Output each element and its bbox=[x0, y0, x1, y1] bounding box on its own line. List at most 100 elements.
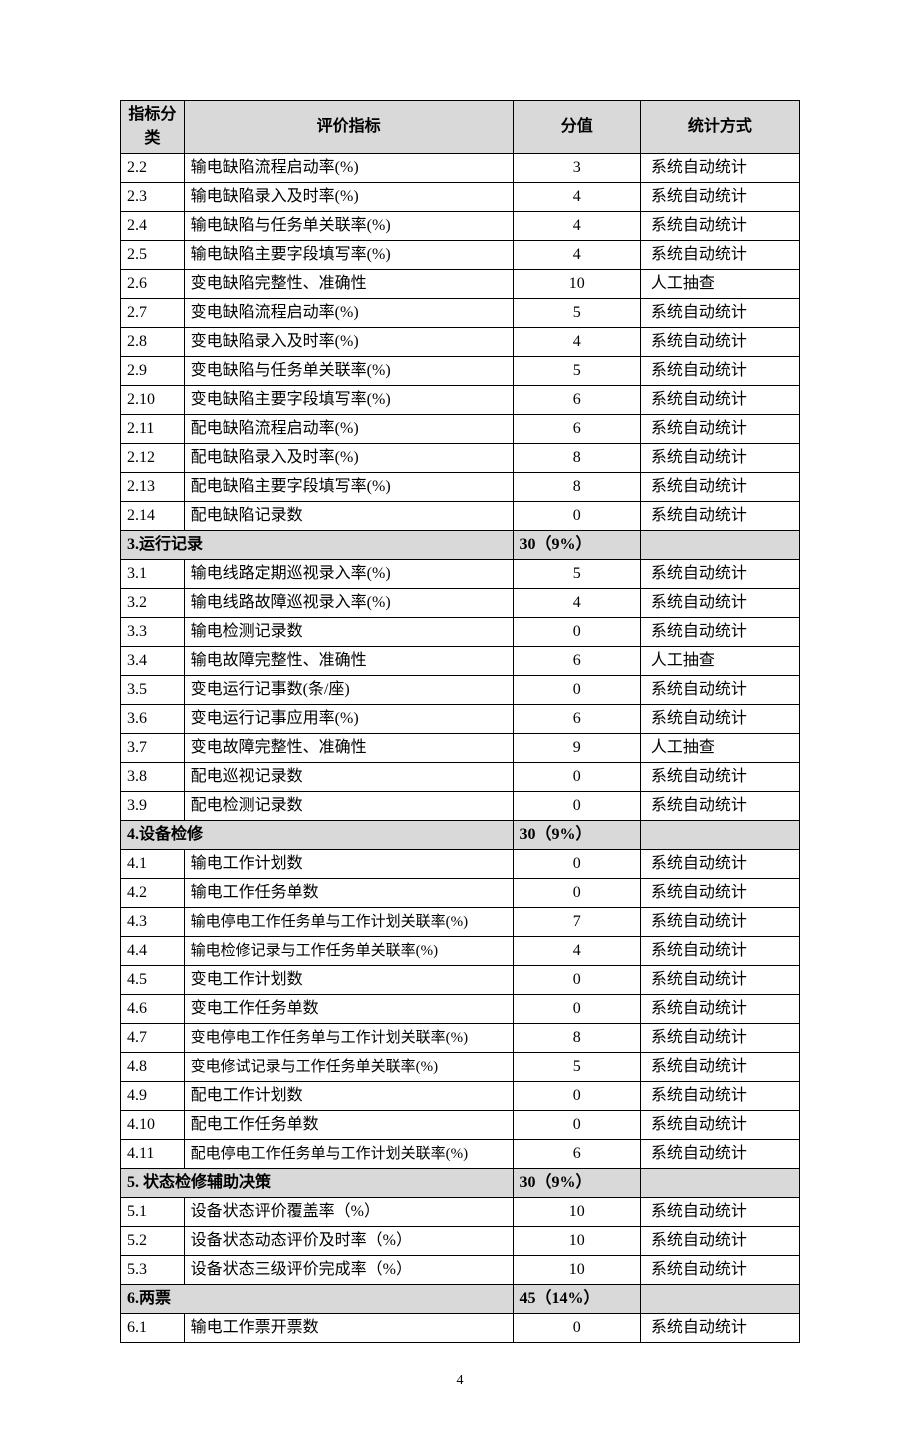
row-indicator: 变电工作任务单数 bbox=[184, 995, 513, 1024]
row-indicator: 输电缺陷录入及时率(%) bbox=[184, 183, 513, 212]
row-method: 系统自动统计 bbox=[640, 676, 799, 705]
row-method: 系统自动统计 bbox=[640, 473, 799, 502]
table-row: 3.1输电线路定期巡视录入率(%)5系统自动统计 bbox=[121, 560, 800, 589]
table-row: 3.6变电运行记事应用率(%)6系统自动统计 bbox=[121, 705, 800, 734]
row-indicator: 配电巡视记录数 bbox=[184, 763, 513, 792]
row-index: 4.1 bbox=[121, 850, 185, 879]
row-indicator: 输电缺陷主要字段填写率(%) bbox=[184, 241, 513, 270]
row-index: 2.10 bbox=[121, 386, 185, 415]
table-row: 6.1输电工作票开票数0系统自动统计 bbox=[121, 1314, 800, 1343]
row-score: 8 bbox=[513, 473, 640, 502]
row-index: 3.4 bbox=[121, 647, 185, 676]
table-row: 2.13配电缺陷主要字段填写率(%)8系统自动统计 bbox=[121, 473, 800, 502]
table-row: 3.3输电检测记录数0系统自动统计 bbox=[121, 618, 800, 647]
table-row: 3.7变电故障完整性、准确性9人工抽查 bbox=[121, 734, 800, 763]
table-row: 3.4输电故障完整性、准确性6人工抽查 bbox=[121, 647, 800, 676]
header-category: 指标分类 bbox=[121, 101, 185, 154]
page-number: 4 bbox=[120, 1373, 800, 1389]
table-row: 5.3设备状态三级评价完成率（%）10系统自动统计 bbox=[121, 1256, 800, 1285]
row-score: 0 bbox=[513, 1082, 640, 1111]
row-indicator: 输电检测记录数 bbox=[184, 618, 513, 647]
table-row: 4.2输电工作任务单数0系统自动统计 bbox=[121, 879, 800, 908]
row-score: 0 bbox=[513, 502, 640, 531]
table-row: 2.7变电缺陷流程启动率(%)5系统自动统计 bbox=[121, 299, 800, 328]
row-indicator: 变电缺陷录入及时率(%) bbox=[184, 328, 513, 357]
row-method: 人工抽查 bbox=[640, 647, 799, 676]
document-page: 指标分类 评价指标 分值 统计方式 2.2输电缺陷流程启动率(%)3系统自动统计… bbox=[0, 0, 920, 1449]
table-row: 2.3输电缺陷录入及时率(%)4系统自动统计 bbox=[121, 183, 800, 212]
row-method: 系统自动统计 bbox=[640, 618, 799, 647]
row-index: 5.2 bbox=[121, 1227, 185, 1256]
section-score: 30（9%） bbox=[513, 1169, 640, 1198]
row-score: 4 bbox=[513, 241, 640, 270]
row-index: 2.6 bbox=[121, 270, 185, 299]
row-method: 人工抽查 bbox=[640, 270, 799, 299]
row-method: 系统自动统计 bbox=[640, 1082, 799, 1111]
section-header-row: 4.设备检修30（9%） bbox=[121, 821, 800, 850]
row-index: 2.7 bbox=[121, 299, 185, 328]
row-score: 10 bbox=[513, 1256, 640, 1285]
row-method: 系统自动统计 bbox=[640, 444, 799, 473]
row-index: 2.3 bbox=[121, 183, 185, 212]
row-method: 系统自动统计 bbox=[640, 357, 799, 386]
row-indicator: 配电缺陷流程启动率(%) bbox=[184, 415, 513, 444]
row-indicator: 配电工作任务单数 bbox=[184, 1111, 513, 1140]
row-score: 7 bbox=[513, 908, 640, 937]
table-row: 3.2输电线路故障巡视录入率(%)4系统自动统计 bbox=[121, 589, 800, 618]
table-row: 4.7变电停电工作任务单与工作计划关联率(%)8系统自动统计 bbox=[121, 1024, 800, 1053]
table-row: 2.5输电缺陷主要字段填写率(%)4系统自动统计 bbox=[121, 241, 800, 270]
row-indicator: 配电停电工作任务单与工作计划关联率(%) bbox=[184, 1140, 513, 1169]
row-index: 2.13 bbox=[121, 473, 185, 502]
row-index: 3.3 bbox=[121, 618, 185, 647]
row-score: 0 bbox=[513, 879, 640, 908]
row-score: 0 bbox=[513, 1111, 640, 1140]
row-indicator: 配电检测记录数 bbox=[184, 792, 513, 821]
row-index: 4.7 bbox=[121, 1024, 185, 1053]
row-indicator: 变电缺陷流程启动率(%) bbox=[184, 299, 513, 328]
section-title: 6.两票 bbox=[121, 1285, 514, 1314]
row-index: 4.4 bbox=[121, 937, 185, 966]
row-method: 系统自动统计 bbox=[640, 502, 799, 531]
row-index: 3.6 bbox=[121, 705, 185, 734]
row-score: 9 bbox=[513, 734, 640, 763]
row-method: 系统自动统计 bbox=[640, 1227, 799, 1256]
table-row: 2.6变电缺陷完整性、准确性10人工抽查 bbox=[121, 270, 800, 299]
row-score: 0 bbox=[513, 676, 640, 705]
row-index: 5.1 bbox=[121, 1198, 185, 1227]
row-score: 4 bbox=[513, 589, 640, 618]
row-index: 4.11 bbox=[121, 1140, 185, 1169]
row-indicator: 输电工作票开票数 bbox=[184, 1314, 513, 1343]
table-row: 4.9配电工作计划数0系统自动统计 bbox=[121, 1082, 800, 1111]
row-index: 4.10 bbox=[121, 1111, 185, 1140]
row-score: 10 bbox=[513, 1198, 640, 1227]
row-method: 系统自动统计 bbox=[640, 183, 799, 212]
row-index: 5.3 bbox=[121, 1256, 185, 1285]
table-row: 2.9变电缺陷与任务单关联率(%)5系统自动统计 bbox=[121, 357, 800, 386]
row-score: 5 bbox=[513, 299, 640, 328]
row-method: 系统自动统计 bbox=[640, 792, 799, 821]
table-row: 2.4输电缺陷与任务单关联率(%)4系统自动统计 bbox=[121, 212, 800, 241]
row-score: 6 bbox=[513, 386, 640, 415]
table-row: 2.8变电缺陷录入及时率(%)4系统自动统计 bbox=[121, 328, 800, 357]
row-score: 6 bbox=[513, 647, 640, 676]
row-score: 10 bbox=[513, 1227, 640, 1256]
section-method bbox=[640, 821, 799, 850]
section-title: 5. 状态检修辅助决策 bbox=[121, 1169, 514, 1198]
row-score: 4 bbox=[513, 937, 640, 966]
row-indicator: 设备状态评价覆盖率（%） bbox=[184, 1198, 513, 1227]
row-method: 系统自动统计 bbox=[640, 299, 799, 328]
row-indicator: 变电修试记录与工作任务单关联率(%) bbox=[184, 1053, 513, 1082]
row-method: 系统自动统计 bbox=[640, 908, 799, 937]
table-row: 2.2输电缺陷流程启动率(%)3系统自动统计 bbox=[121, 154, 800, 183]
row-indicator: 变电运行记事应用率(%) bbox=[184, 705, 513, 734]
row-score: 0 bbox=[513, 792, 640, 821]
row-indicator: 变电停电工作任务单与工作计划关联率(%) bbox=[184, 1024, 513, 1053]
row-score: 0 bbox=[513, 966, 640, 995]
section-score: 30（9%） bbox=[513, 531, 640, 560]
table-header-row: 指标分类 评价指标 分值 统计方式 bbox=[121, 101, 800, 154]
row-indicator: 配电缺陷记录数 bbox=[184, 502, 513, 531]
table-row: 5.1设备状态评价覆盖率（%）10系统自动统计 bbox=[121, 1198, 800, 1227]
row-score: 8 bbox=[513, 1024, 640, 1053]
table-row: 4.8变电修试记录与工作任务单关联率(%)5系统自动统计 bbox=[121, 1053, 800, 1082]
row-method: 系统自动统计 bbox=[640, 415, 799, 444]
